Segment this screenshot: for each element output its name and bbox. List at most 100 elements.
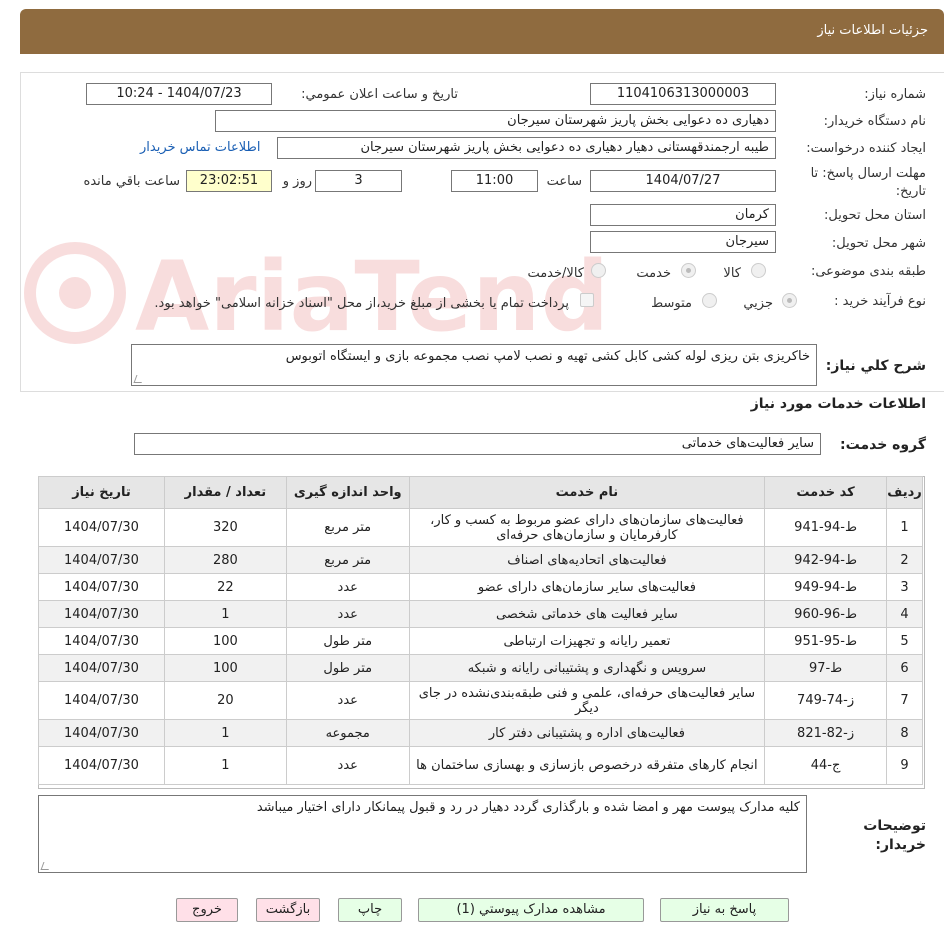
cell-code: ط-95-951: [764, 627, 888, 655]
cell-row-number: 4: [886, 600, 923, 628]
category-radio-both[interactable]: [591, 263, 606, 278]
cell-code: ط-96-960: [764, 600, 888, 628]
cell-unit: متر طول: [285, 627, 410, 655]
cell-quantity: 320: [163, 508, 287, 547]
col-header-row-number: رديف: [886, 476, 923, 509]
process-radio-minor[interactable]: [782, 293, 797, 308]
back-button[interactable]: بازگشت: [256, 898, 320, 922]
table-row: 2 ط-94-942 فعاليت‌های اتحاديه‌های اصناف …: [38, 546, 923, 574]
print-button[interactable]: چاپ: [338, 898, 402, 922]
service-group-label: گروه خدمت:: [840, 437, 926, 453]
service-group-field[interactable]: ساير فعاليت‌های خدماتی: [134, 433, 821, 455]
process-option-minor: جزيي: [743, 296, 773, 311]
cell-quantity: 22: [163, 573, 287, 601]
resize-handle-icon[interactable]: [133, 375, 145, 383]
cell-unit: عدد: [285, 746, 410, 785]
services-title: اطلاعات خدمات مورد نياز: [750, 396, 926, 412]
category-option-both: کالا/خدمت: [527, 266, 584, 281]
cell-date: 1404/07/30: [38, 719, 165, 747]
buyer-contact-link[interactable]: اطلاعات تماس خريدار: [140, 140, 260, 155]
deadline-date-field[interactable]: 1404/07/27: [590, 170, 776, 192]
cell-name: فعاليت‌های اداره و پشتيبانی دفتر کار: [408, 719, 766, 747]
process-option-medium: متوسط: [651, 296, 692, 311]
announce-field[interactable]: 1404/07/23 - 10:24: [86, 83, 272, 105]
col-header-unit: واحد اندازه گيری: [285, 476, 410, 509]
city-field[interactable]: سيرجان: [590, 231, 776, 253]
page-header: جزئیات اطلاعات نیاز: [20, 9, 944, 54]
creator-label: ايجاد کننده درخواست:: [806, 141, 926, 156]
col-header-name: نام خدمت: [408, 476, 766, 509]
cell-date: 1404/07/30: [38, 573, 165, 601]
cell-quantity: 1: [163, 719, 287, 747]
buyer-label: نام دستگاه خريدار:: [823, 114, 926, 129]
cell-date: 1404/07/30: [38, 746, 165, 785]
page-title: جزئیات اطلاعات نیاز: [817, 23, 928, 38]
cell-row-number: 7: [886, 681, 923, 720]
cell-date: 1404/07/30: [38, 627, 165, 655]
summary-textarea[interactable]: خاکریزی بتن ریزی لوله کشی کابل کشی تهیه …: [131, 344, 817, 386]
services-table: رديف کد خدمت نام خدمت واحد اندازه گيری ت…: [38, 476, 923, 785]
treasury-checkbox[interactable]: [580, 293, 594, 307]
deadline-time-label: ساعت: [546, 174, 582, 189]
cell-name: فعاليت‌های اتحاديه‌های اصناف: [408, 546, 766, 574]
cell-code: ج-44: [764, 746, 888, 785]
cell-code: ز-74-749: [764, 681, 888, 720]
table-row: 8 ز-82-821 فعاليت‌های اداره و پشتيبانی د…: [38, 719, 923, 747]
cell-code: ط-94-942: [764, 546, 888, 574]
category-option-service: خدمت: [636, 266, 671, 281]
cell-unit: عدد: [285, 600, 410, 628]
province-label: استان محل تحويل:: [824, 208, 926, 223]
cell-quantity: 280: [163, 546, 287, 574]
notes-textarea[interactable]: کليه مدارک پيوست مهر و امضا شده و بارگذا…: [38, 795, 807, 873]
creator-field[interactable]: طيبه ارجمندقهستانی دهيار دهياری ده دعواي…: [277, 137, 776, 159]
remaining-label: ساعت باقي مانده: [83, 174, 180, 189]
cell-quantity: 100: [163, 627, 287, 655]
cell-row-number: 5: [886, 627, 923, 655]
exit-button[interactable]: خروج: [176, 898, 238, 922]
days-field[interactable]: 3: [315, 170, 402, 192]
process-radio-medium[interactable]: [702, 293, 717, 308]
cell-date: 1404/07/30: [38, 681, 165, 720]
cell-name: ساير فعاليت های خدماتی شخصی: [408, 600, 766, 628]
category-radio-goods[interactable]: [751, 263, 766, 278]
cell-code: ز-82-821: [764, 719, 888, 747]
cell-name: سرويس و نگهداری و پشتيبانی رايانه و شبکه: [408, 654, 766, 682]
deadline-label: مهلت ارسال پاسخ: تا تاريخ:: [810, 166, 926, 199]
need-number-label: شماره نياز:: [864, 87, 926, 102]
table-row: 7 ز-74-749 ساير فعاليت‌های حرفه‌ای، علمی…: [38, 681, 923, 720]
cell-unit: مجموعه: [285, 719, 410, 747]
cell-unit: متر مربع: [285, 546, 410, 574]
cell-quantity: 100: [163, 654, 287, 682]
reply-button[interactable]: پاسخ به نياز: [660, 898, 789, 922]
cell-code: ط-94-949: [764, 573, 888, 601]
cell-name: فعاليت‌های سازمان‌های دارای عضو مربوط به…: [408, 508, 766, 547]
cell-row-number: 9: [886, 746, 923, 785]
cell-code: ط-94-941: [764, 508, 888, 547]
deadline-time-field[interactable]: 11:00: [451, 170, 538, 192]
resize-handle-icon[interactable]: [40, 862, 52, 870]
category-radio-service[interactable]: [681, 263, 696, 278]
notes-text: کليه مدارک پيوست مهر و امضا شده و بارگذا…: [256, 800, 800, 815]
cell-date: 1404/07/30: [38, 600, 165, 628]
cell-date: 1404/07/30: [38, 508, 165, 547]
cell-row-number: 1: [886, 508, 923, 547]
col-header-code: کد خدمت: [764, 476, 888, 509]
cell-code: ط-97: [764, 654, 888, 682]
cell-name: تعمير رايانه و تجهيزات ارتباطی: [408, 627, 766, 655]
col-header-date: تاريخ نياز: [38, 476, 165, 509]
cell-row-number: 6: [886, 654, 923, 682]
cell-row-number: 2: [886, 546, 923, 574]
province-field[interactable]: کرمان: [590, 204, 776, 226]
need-number-field[interactable]: 1104106313000003: [590, 83, 776, 105]
buyer-field[interactable]: دهياری ده دعوايی بخش پاريز شهرستان سيرجا…: [215, 110, 776, 132]
summary-text: خاکریزی بتن ریزی لوله کشی کابل کشی تهیه …: [285, 349, 810, 364]
notes-label: توضيحات خريدار:: [863, 818, 926, 853]
table-header-row: رديف کد خدمت نام خدمت واحد اندازه گيری ت…: [38, 476, 923, 509]
table-row: 3 ط-94-949 فعاليت‌های ساير سازمان‌های دا…: [38, 573, 923, 601]
cell-unit: عدد: [285, 681, 410, 720]
city-label: شهر محل تحويل:: [831, 236, 926, 251]
cell-date: 1404/07/30: [38, 546, 165, 574]
remaining-time-field: 23:02:51: [186, 170, 272, 192]
view-attachments-button[interactable]: مشاهده مدارک پيوستي (1): [418, 898, 644, 922]
table-row: 9 ج-44 انجام کارهای متفرقه درخصوص بازساز…: [38, 746, 923, 785]
